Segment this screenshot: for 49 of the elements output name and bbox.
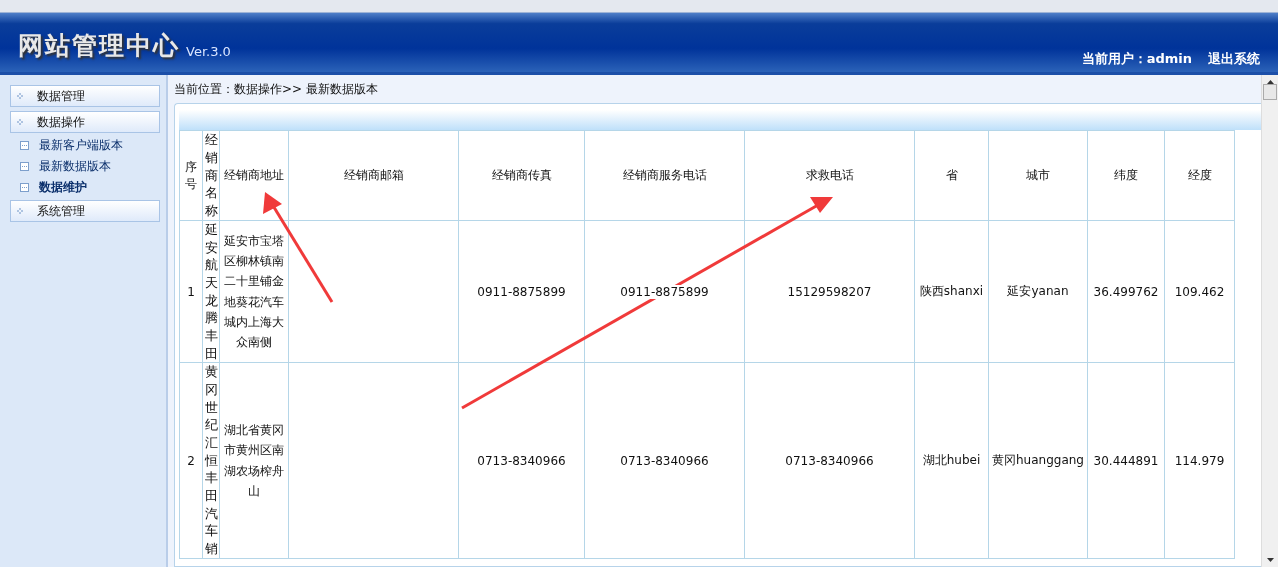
table-cell: 0713-8340966 (458, 362, 585, 559)
menu-item[interactable]: 数据维护 (39, 179, 87, 196)
table-cell: 1 (179, 220, 203, 363)
menu-item[interactable]: 最新数据版本 (39, 158, 111, 175)
table-cell: 延安航天龙腾丰田 (202, 220, 220, 363)
table-cell: 湖北省黄冈市黄州区南湖农场榨舟山 (219, 362, 289, 559)
column-header: 经销商服务电话 (584, 130, 745, 221)
column-header: 经销商传真 (458, 130, 585, 221)
version-label: Ver.3.0 (186, 44, 231, 59)
column-header: 纬度 (1087, 130, 1165, 221)
table-cell: 2 (179, 362, 203, 559)
scroll-down-icon[interactable] (1266, 558, 1274, 562)
table-cell: 黄冈世纪汇恒丰田汽车销 (202, 362, 220, 559)
table-cell: 湖北hubei (914, 362, 989, 559)
list-item-icon (20, 162, 29, 171)
column-header: 省 (914, 130, 989, 221)
list-item-icon (20, 141, 29, 150)
dots-icon (17, 208, 23, 214)
menu-group-button[interactable]: 系统管理 (10, 200, 160, 222)
table-cell: 15129598207 (744, 220, 915, 363)
table-cell: 0713-8340966 (744, 362, 915, 559)
table-cell: 陕西shanxi (914, 220, 989, 363)
table-cell: 0713-8340966 (584, 362, 745, 559)
table-cell: 36.499762 (1087, 220, 1165, 363)
vertical-scrollbar[interactable] (1261, 75, 1278, 567)
breadcrumb: 当前位置：数据操作>> 最新数据版本 (174, 80, 379, 98)
table-cell: 109.462 (1164, 220, 1235, 363)
table-cell: 延安yanan (988, 220, 1088, 363)
table-cell: 延安市宝塔区柳林镇南二十里铺金地葵花汽车城内上海大众南侧 (219, 220, 289, 363)
dots-icon (17, 119, 23, 125)
column-header: 经销商邮箱 (288, 130, 459, 221)
table-cell: 0911-8875899 (458, 220, 585, 363)
table-cell: 黄冈huanggang (988, 362, 1088, 559)
list-item-icon (20, 183, 29, 192)
column-header: 经销商名称 (202, 130, 220, 221)
table-cell: 30.444891 (1087, 362, 1165, 559)
site-title: 网站管理中心 (18, 30, 180, 62)
logout-link[interactable]: 退出系统 (1208, 50, 1260, 68)
scrollbar-thumb[interactable] (1263, 84, 1277, 100)
table-cell: 0911-8875899 (584, 220, 745, 363)
current-user: 当前用户：admin (1081, 50, 1192, 68)
dots-icon (17, 93, 23, 99)
menu-group-button[interactable]: 数据管理 (10, 85, 160, 107)
menu-item[interactable]: 最新客户端版本 (39, 137, 123, 154)
table-cell: 114.979 (1164, 362, 1235, 559)
column-header: 经度 (1164, 130, 1235, 221)
column-header: 城市 (988, 130, 1088, 221)
column-header: 序号 (179, 130, 203, 221)
menu-group-button[interactable]: 数据操作 (10, 111, 160, 133)
